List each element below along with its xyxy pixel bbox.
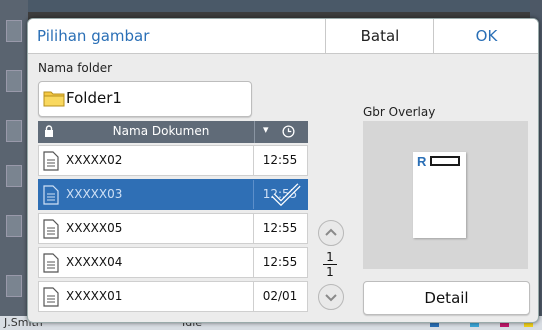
page-total: 1 <box>326 265 334 279</box>
background-sidebar-item <box>6 165 22 187</box>
clock-icon <box>282 125 295 138</box>
background-sidebar-item <box>6 215 22 237</box>
overlay-preview: R <box>363 121 528 269</box>
background-header <box>0 0 542 12</box>
document-icon <box>43 219 59 239</box>
chevron-down-icon <box>325 294 337 302</box>
row-time: 12:55 <box>262 221 298 235</box>
sort-descending-icon: ▾ <box>263 123 269 136</box>
document-icon <box>43 151 59 171</box>
row-time: 12:55 <box>262 153 298 167</box>
column-header-document-name[interactable]: Nama Dokumen <box>66 124 256 138</box>
table-row[interactable]: XXXXX02 12:55 <box>38 145 308 176</box>
folder-name-value: Folder1 <box>66 89 122 107</box>
table-row[interactable]: XXXXX05 12:55 <box>38 213 308 244</box>
document-icon <box>43 287 59 307</box>
checkmark-icon <box>271 183 301 207</box>
overlay-label: Gbr Overlay <box>363 105 436 119</box>
overlay-page-thumbnail: R <box>413 152 466 238</box>
dialog-titlebar: Pilihan gambar Batal OK <box>28 19 538 54</box>
folder-icon <box>43 91 65 107</box>
page-up-button[interactable] <box>318 220 344 246</box>
table-row[interactable]: XXXXX03 12:55 <box>38 179 308 210</box>
dialog-title: Pilihan gambar <box>37 27 150 45</box>
column-divider <box>254 121 255 143</box>
background-sidebar <box>0 0 28 330</box>
row-document-name: XXXXX04 <box>66 255 123 269</box>
ok-button[interactable]: OK <box>433 19 538 53</box>
document-icon <box>43 253 59 273</box>
folder-select-button[interactable]: Folder1 <box>38 81 252 117</box>
image-selection-dialog: Pilihan gambar Batal OK Nama folder Fold… <box>27 18 539 323</box>
row-document-name: XXXXX03 <box>66 187 123 201</box>
background-sidebar-item <box>6 275 22 297</box>
row-document-name: XXXXX02 <box>66 153 123 167</box>
background-sidebar-item <box>6 20 22 42</box>
overlay-preview-letter: R <box>417 154 427 169</box>
table-row[interactable]: XXXXX01 02/01 <box>38 281 308 312</box>
page-current: 1 <box>326 250 334 264</box>
overlay-preview-box <box>430 156 460 166</box>
page-indicator: 1 1 <box>318 251 342 278</box>
row-document-name: XXXXX01 <box>66 289 123 303</box>
chevron-up-icon <box>325 228 337 236</box>
background-sidebar-item <box>6 70 22 92</box>
background-sidebar-item <box>6 120 22 142</box>
cancel-button[interactable]: Batal <box>325 19 434 53</box>
row-time: 02/01 <box>262 289 298 303</box>
detail-button[interactable]: Detail <box>363 281 530 315</box>
table-row[interactable]: XXXXX04 12:55 <box>38 247 308 278</box>
document-icon <box>43 185 59 205</box>
page-down-button[interactable] <box>318 284 344 310</box>
lock-icon[interactable] <box>44 125 54 137</box>
folder-name-label: Nama folder <box>38 61 113 75</box>
table-header: Nama Dokumen ▾ <box>38 121 308 143</box>
row-document-name: XXXXX05 <box>66 221 123 235</box>
row-time: 12:55 <box>262 255 298 269</box>
